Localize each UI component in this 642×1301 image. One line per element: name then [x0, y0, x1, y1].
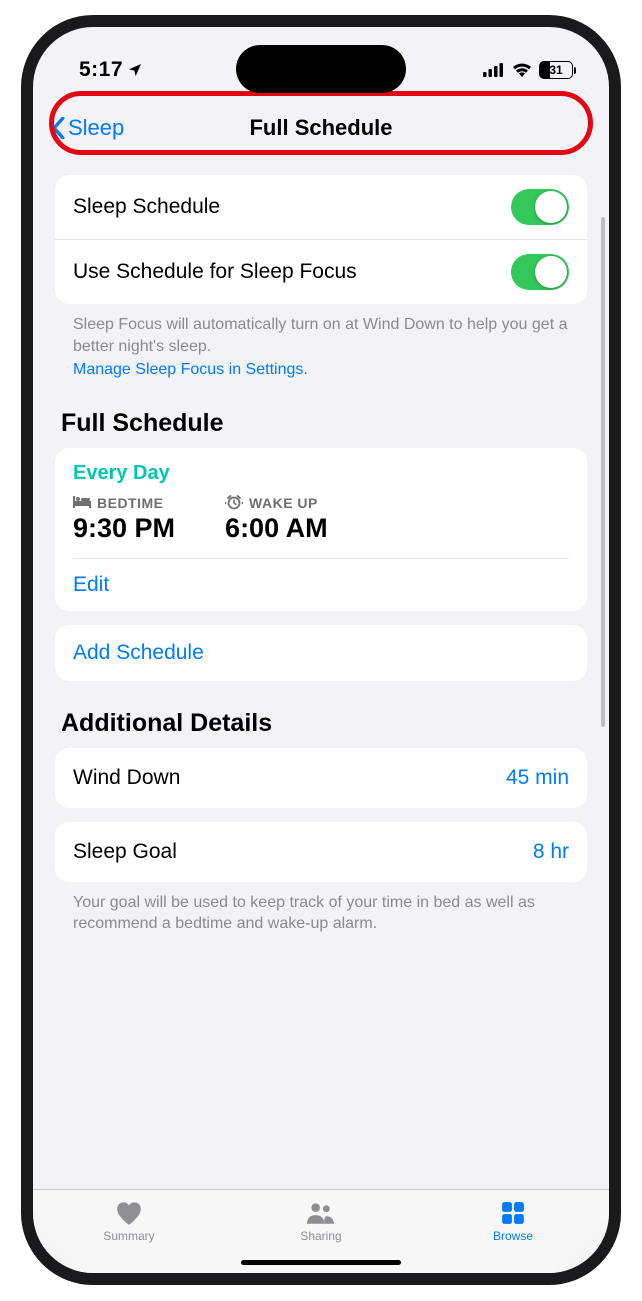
- dynamic-island: [236, 45, 406, 93]
- wind-down-row[interactable]: Wind Down 45 min: [55, 748, 587, 808]
- battery-icon: 31: [539, 61, 573, 79]
- nav-bar: Sleep Full Schedule: [33, 99, 609, 157]
- wind-down-value: 45 min: [506, 766, 569, 790]
- tab-sharing[interactable]: Sharing: [225, 1190, 417, 1253]
- tab-summary[interactable]: Summary: [33, 1190, 225, 1253]
- alarm-icon: [225, 495, 243, 510]
- content-scroll[interactable]: Sleep Schedule Use Schedule for Sleep Fo…: [33, 157, 609, 1193]
- manage-focus-link[interactable]: Manage Sleep Focus in Settings.: [73, 359, 569, 381]
- sleep-goal-value: 8 hr: [533, 840, 569, 864]
- sleep-schedule-row: Sleep Schedule: [55, 175, 587, 239]
- people-icon: [306, 1200, 336, 1226]
- battery-percent: 31: [540, 63, 572, 77]
- tab-browse-label: Browse: [493, 1229, 533, 1243]
- goal-footer: Your goal will be used to keep track of …: [55, 882, 587, 935]
- additional-header: Additional Details: [61, 709, 581, 738]
- bed-icon: [73, 496, 91, 509]
- schedule-frequency: Every Day: [73, 462, 569, 485]
- tab-browse[interactable]: Browse: [417, 1190, 609, 1253]
- full-schedule-header: Full Schedule: [61, 409, 581, 438]
- focus-footer: Sleep Focus will automatically turn on a…: [55, 304, 587, 381]
- sleep-focus-label: Use Schedule for Sleep Focus: [73, 260, 357, 284]
- scroll-indicator[interactable]: [601, 217, 605, 727]
- wifi-icon: [512, 63, 532, 78]
- focus-note: Sleep Focus will automatically turn on a…: [73, 316, 567, 355]
- page-title: Full Schedule: [249, 115, 392, 141]
- bedtime-value: 9:30 PM: [73, 513, 175, 544]
- grid-icon: [498, 1200, 528, 1226]
- chevron-left-icon: [51, 117, 66, 139]
- tab-summary-label: Summary: [103, 1229, 154, 1243]
- sleep-goal-label: Sleep Goal: [73, 840, 177, 864]
- tab-sharing-label: Sharing: [300, 1229, 341, 1243]
- wake-value: 6:00 AM: [225, 513, 328, 544]
- back-label: Sleep: [68, 115, 124, 141]
- location-icon: [127, 62, 143, 78]
- heart-icon: [114, 1200, 144, 1226]
- sleep-goal-row[interactable]: Sleep Goal 8 hr: [55, 822, 587, 882]
- sleep-focus-toggle[interactable]: [511, 254, 569, 290]
- status-time: 5:17: [79, 58, 123, 82]
- wind-down-label: Wind Down: [73, 766, 180, 790]
- sleep-schedule-label: Sleep Schedule: [73, 195, 220, 219]
- schedule-block[interactable]: Every Day BEDTIME 9:30 PM: [55, 448, 587, 611]
- add-schedule-button[interactable]: Add Schedule: [55, 625, 587, 681]
- home-indicator[interactable]: [241, 1260, 401, 1265]
- sleep-focus-row: Use Schedule for Sleep Focus: [55, 239, 587, 304]
- bedtime-label: BEDTIME: [97, 495, 164, 511]
- edit-schedule-button[interactable]: Edit: [73, 558, 569, 611]
- cellular-icon: [483, 63, 505, 77]
- wake-label: WAKE UP: [249, 495, 318, 511]
- sleep-schedule-toggle[interactable]: [511, 189, 569, 225]
- back-button[interactable]: Sleep: [51, 115, 124, 141]
